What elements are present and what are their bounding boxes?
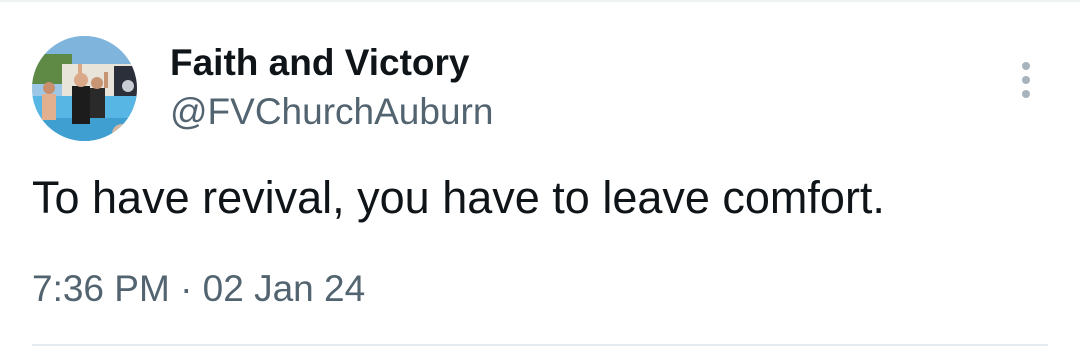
top-divider <box>0 0 1080 2</box>
author-handle[interactable]: @FVChurchAuburn <box>170 90 493 134</box>
author-display-name[interactable]: Faith and Victory <box>170 41 470 85</box>
more-vertical-icon-dot <box>1022 76 1030 84</box>
tweet-timestamp[interactable]: 7:36 PM · 02 Jan 24 <box>32 266 365 312</box>
more-options-button[interactable] <box>1008 56 1044 100</box>
more-vertical-icon-dot <box>1022 90 1030 98</box>
avatar-photo <box>32 36 137 141</box>
tweet-text: To have revival, you have to leave comfo… <box>32 172 885 223</box>
more-vertical-icon <box>1022 62 1030 70</box>
bottom-divider <box>32 344 1048 346</box>
author-avatar[interactable] <box>32 36 137 141</box>
